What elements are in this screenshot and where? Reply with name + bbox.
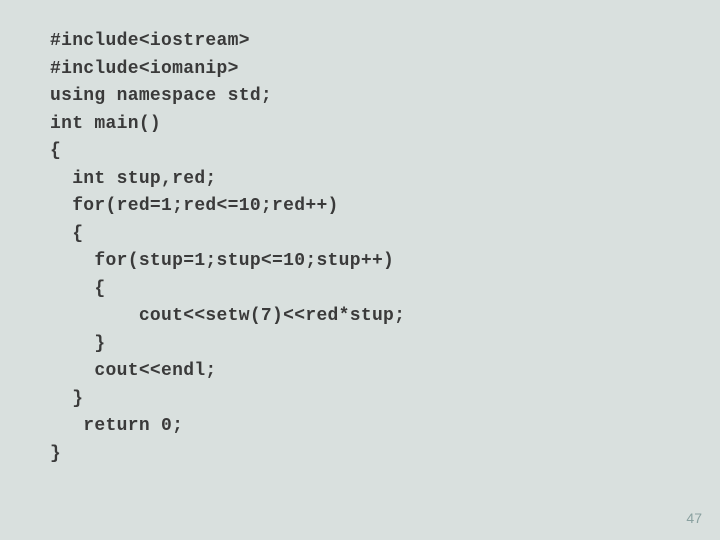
code-line: { [50, 138, 720, 166]
code-line: } [50, 386, 720, 414]
page-number: 47 [686, 510, 702, 526]
code-line: cout<<setw(7)<<red*stup; [50, 303, 720, 331]
code-line: { [50, 276, 720, 304]
code-line: #include<iomanip> [50, 56, 720, 84]
code-line: return 0; [50, 413, 720, 441]
code-line: #include<iostream> [50, 28, 720, 56]
slide: #include<iostream> #include<iomanip> usi… [0, 0, 720, 540]
code-line: for(stup=1;stup<=10;stup++) [50, 248, 720, 276]
code-line: int stup,red; [50, 166, 720, 194]
code-line: for(red=1;red<=10;red++) [50, 193, 720, 221]
code-line: using namespace std; [50, 83, 720, 111]
code-line: cout<<endl; [50, 358, 720, 386]
code-line: int main() [50, 111, 720, 139]
code-line: } [50, 331, 720, 359]
code-line: } [50, 441, 720, 469]
code-line: { [50, 221, 720, 249]
